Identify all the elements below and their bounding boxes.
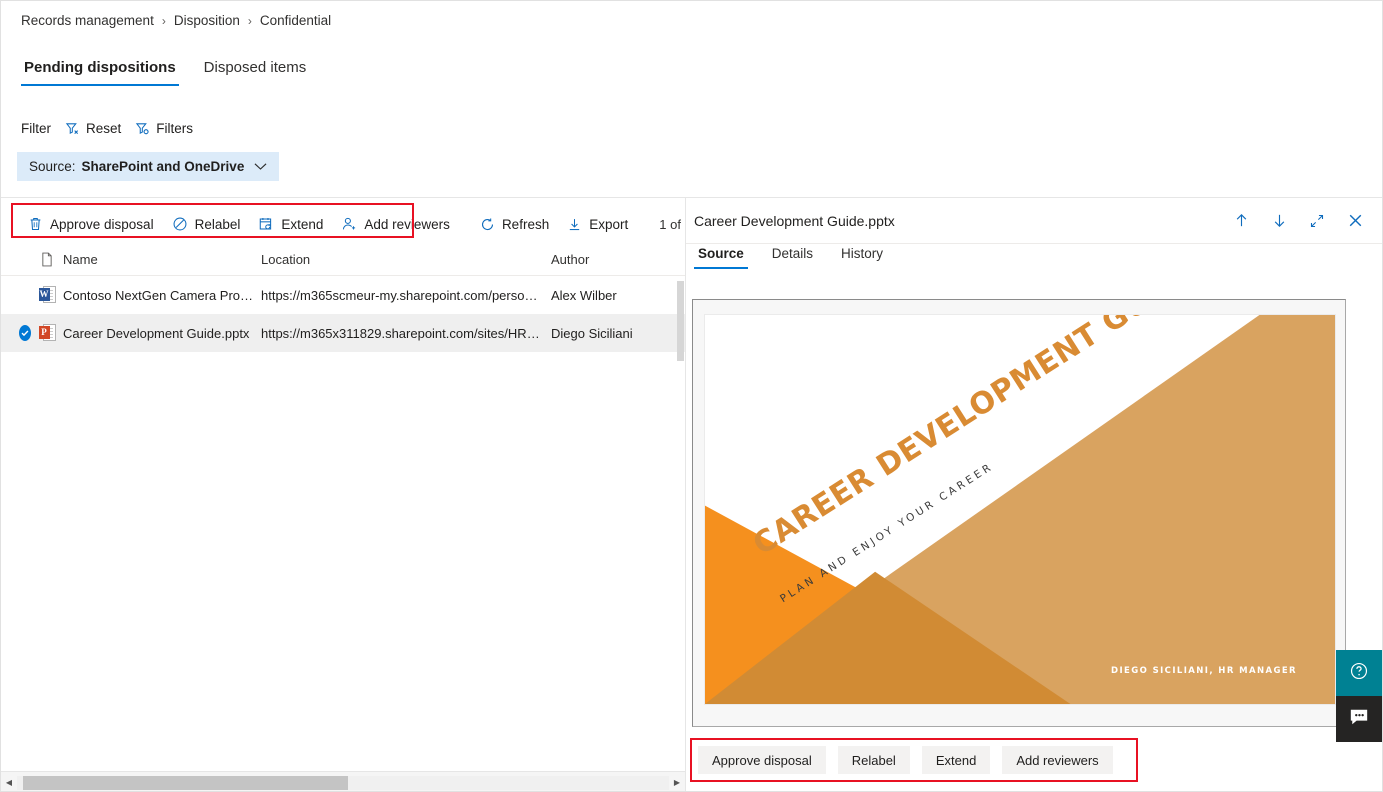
filter-row: Filter Reset Filters <box>21 119 195 138</box>
scroll-left-arrow-icon[interactable]: ◀ <box>1 772 17 792</box>
download-icon <box>567 217 582 232</box>
help-question-icon <box>1349 661 1369 686</box>
table-header-row: Name Location Author <box>1 244 685 276</box>
column-header-location[interactable]: Location <box>261 252 551 267</box>
scrollbar-track[interactable] <box>17 775 669 790</box>
column-header-author[interactable]: Author <box>551 252 671 267</box>
horizontal-scrollbar[interactable]: ◀ ▶ <box>1 771 685 792</box>
detail-extend-button[interactable]: Extend <box>921 746 991 774</box>
slide-footer: DIEGO SICILIANI, HR MANAGER <box>1111 666 1297 676</box>
funnel-x-icon <box>65 121 80 136</box>
source-prefix: Source: <box>29 159 76 174</box>
feedback-chat-icon <box>1348 707 1370 732</box>
app-root: Records management › Disposition › Confi… <box>0 0 1383 792</box>
slide-preview: CAREER DEVELOPMENT GUIDE PLAN AND ENJOY … <box>704 314 1336 705</box>
reset-filter-button[interactable]: Reset <box>63 119 123 138</box>
detail-add-reviewers-button[interactable]: Add reviewers <box>1002 746 1113 774</box>
tab-history[interactable]: History <box>837 246 887 269</box>
person-add-icon <box>341 216 357 232</box>
approve-disposal-label: Approve disposal <box>50 216 154 232</box>
tab-source[interactable]: Source <box>694 246 748 269</box>
detail-panel-actions <box>1228 208 1368 234</box>
refresh-button[interactable]: Refresh <box>471 212 558 237</box>
export-label: Export <box>589 216 629 232</box>
breadcrumb-separator-icon: › <box>247 13 252 28</box>
tab-pending-dispositions[interactable]: Pending dispositions <box>21 59 179 86</box>
main-tablist: Pending dispositions Disposed items <box>21 59 309 86</box>
checkmark-icon <box>19 325 31 341</box>
breadcrumb-separator-icon: › <box>161 13 166 28</box>
scroll-right-arrow-icon[interactable]: ▶ <box>669 772 685 792</box>
arrow-up-icon[interactable] <box>1228 208 1254 234</box>
relabel-tag-icon <box>172 216 188 232</box>
tab-details[interactable]: Details <box>768 246 817 269</box>
dispositions-list-pane: Approve disposal Relabel Extend Add revi… <box>1 197 744 792</box>
table-row[interactable]: P Career Development Guide.pptx https://… <box>1 314 685 352</box>
detail-action-buttons: Approve disposal Relabel Extend Add revi… <box>698 746 1113 774</box>
row-name: Career Development Guide.pptx <box>63 325 250 341</box>
source-filter-pill[interactable]: Source: SharePoint and OneDrive <box>17 152 280 181</box>
calendar-refresh-icon <box>258 216 274 232</box>
document-icon <box>31 252 63 267</box>
table-row[interactable]: W Contoso NextGen Camera Product Pla… ht… <box>1 276 685 314</box>
detail-panel-title: Career Development Guide.pptx <box>694 212 895 229</box>
row-checkbox[interactable] <box>1 325 31 341</box>
refresh-label: Refresh <box>501 216 550 232</box>
help-button[interactable] <box>1336 650 1382 696</box>
filter-label: Filter <box>21 121 51 136</box>
approve-disposal-button[interactable]: Approve disposal <box>19 211 163 237</box>
trash-icon <box>28 216 43 232</box>
word-file-icon: W <box>31 285 63 305</box>
relabel-label: Relabel <box>194 216 241 232</box>
add-reviewers-button[interactable]: Add reviewers <box>332 211 459 237</box>
breadcrumb-item-confidential[interactable]: Confidential <box>260 13 331 28</box>
scrollbar-thumb[interactable] <box>23 775 348 790</box>
document-preview-frame: CAREER DEVELOPMENT GUIDE PLAN AND ENJOY … <box>692 299 1346 727</box>
feedback-button[interactable] <box>1336 696 1382 742</box>
breadcrumb-item-disposition[interactable]: Disposition <box>174 13 240 28</box>
funnel-gear-icon <box>135 121 150 136</box>
refresh-icon <box>480 217 495 232</box>
expand-icon[interactable] <box>1304 208 1330 234</box>
detail-panel-tablist: Source Details History <box>694 246 887 269</box>
relabel-button[interactable]: Relabel <box>163 211 250 237</box>
row-name: Contoso NextGen Camera Product Pla… <box>63 287 261 303</box>
row-author: Diego Siciliani <box>551 325 633 341</box>
tab-disposed-items[interactable]: Disposed items <box>201 59 310 86</box>
breadcrumb: Records management › Disposition › Confi… <box>21 13 331 28</box>
detail-panel-header: Career Development Guide.pptx <box>686 198 1382 244</box>
vertical-scrollbar-thumb[interactable] <box>677 281 684 361</box>
column-header-name[interactable]: Name <box>63 252 261 267</box>
row-location: https://m365x311829.sharepoint.com/sites… <box>261 325 551 341</box>
command-bar: Approve disposal Relabel Extend Add revi… <box>1 204 744 244</box>
filters-button[interactable]: Filters <box>133 119 195 138</box>
chevron-down-icon <box>254 159 267 174</box>
breadcrumb-item-records-management[interactable]: Records management <box>21 13 154 28</box>
help-widget-stack <box>1336 650 1382 742</box>
arrow-down-icon[interactable] <box>1266 208 1292 234</box>
close-icon[interactable] <box>1342 208 1368 234</box>
detail-approve-disposal-button[interactable]: Approve disposal <box>698 746 826 774</box>
row-author: Alex Wilber <box>551 287 617 303</box>
source-value: SharePoint and OneDrive <box>81 159 245 174</box>
export-button[interactable]: Export <box>558 212 637 237</box>
extend-label: Extend <box>281 216 324 232</box>
add-reviewers-label: Add reviewers <box>364 216 450 232</box>
dispositions-table: Name Location Author W Contoso NextGen C… <box>1 244 685 352</box>
row-location: https://m365scmeur-my.sharepoint.com/per… <box>261 287 551 303</box>
reset-label: Reset <box>86 121 122 136</box>
detail-panel: Career Development Guide.pptx Source Det… <box>686 197 1382 791</box>
detail-relabel-button[interactable]: Relabel <box>837 746 910 774</box>
powerpoint-file-icon: P <box>31 323 63 343</box>
extend-button[interactable]: Extend <box>249 211 332 237</box>
filters-label: Filters <box>156 121 194 136</box>
